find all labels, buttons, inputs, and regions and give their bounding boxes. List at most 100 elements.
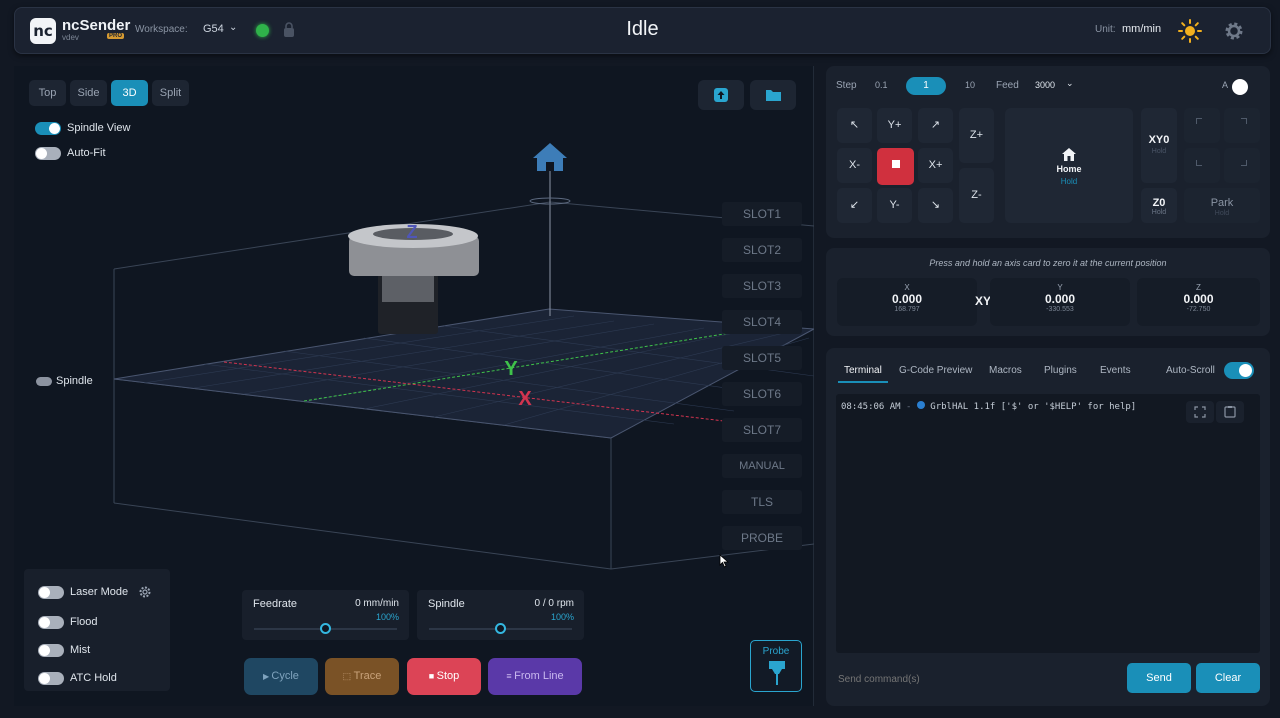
home-icon bbox=[1062, 148, 1076, 161]
3d-viewport[interactable]: Z Y X Top Side 3D Split Spindle View Aut… bbox=[14, 66, 814, 706]
corner-bottom-left-button[interactable] bbox=[1184, 148, 1220, 183]
tab-terminal[interactable]: Terminal bbox=[844, 365, 882, 376]
slot-2[interactable]: SLOT2 bbox=[722, 238, 802, 262]
slot-7[interactable]: SLOT7 bbox=[722, 418, 802, 442]
step-option-1[interactable]: 1 bbox=[906, 77, 946, 95]
jog-y-plus-button[interactable]: Y+ bbox=[877, 108, 912, 143]
chevron-down-icon[interactable]: ⌄ bbox=[1066, 78, 1074, 89]
tab-gcode-preview[interactable]: G-Code Preview bbox=[899, 365, 972, 376]
dro-y-label: Y bbox=[1057, 283, 1063, 292]
tab-top[interactable]: Top bbox=[29, 80, 66, 106]
mist-toggle[interactable] bbox=[38, 644, 64, 657]
cycle-button[interactable]: ▶ Cycle bbox=[244, 658, 318, 695]
unit-value[interactable]: mm/min bbox=[1122, 23, 1161, 35]
jog-x-plus-y-plus-button[interactable]: ↗ bbox=[918, 108, 953, 143]
spindle-tool-model: Z bbox=[348, 222, 479, 334]
tab-macros[interactable]: Macros bbox=[989, 365, 1022, 376]
dro-z-label: Z bbox=[1196, 283, 1201, 292]
flood-toggle[interactable] bbox=[38, 616, 64, 629]
tab-side[interactable]: Side bbox=[70, 80, 107, 106]
send-button[interactable]: Send bbox=[1127, 663, 1191, 693]
probe-button[interactable]: Probe bbox=[750, 640, 802, 692]
upload-button[interactable] bbox=[698, 80, 744, 110]
dro-xy-zero[interactable]: XY bbox=[975, 294, 991, 308]
corner-bottom-right-button[interactable] bbox=[1224, 148, 1260, 183]
dro-x-label: X bbox=[904, 283, 910, 292]
trace-button[interactable]: ⬚ Trace bbox=[325, 658, 399, 695]
slot-manual[interactable]: MANUAL bbox=[722, 454, 802, 478]
jog-z-plus-button[interactable]: Z+ bbox=[959, 108, 994, 163]
from-line-button[interactable]: ≡ From Line bbox=[488, 658, 582, 695]
slot-3[interactable]: SLOT3 bbox=[722, 274, 802, 298]
jog-x-plus-y-minus-button[interactable]: ↘ bbox=[918, 188, 953, 223]
jog-x-minus-button[interactable]: X- bbox=[837, 148, 872, 183]
jog-z-minus-button[interactable]: Z- bbox=[959, 168, 994, 223]
feed-select[interactable]: 3000 bbox=[1035, 80, 1055, 90]
spindle-override: Spindle 0 / 0 rpm 100% bbox=[417, 590, 584, 640]
terminal-output[interactable]: 08:45:06 AM - GrblHAL 1.1f ['$' or '$HEL… bbox=[836, 394, 1260, 653]
tab-split[interactable]: Split bbox=[152, 80, 189, 106]
jog-x-plus-button[interactable]: X+ bbox=[918, 148, 953, 183]
z-axis-label: Z bbox=[407, 222, 418, 242]
jog-y-minus-button[interactable]: Y- bbox=[877, 188, 912, 223]
slot-5[interactable]: SLOT5 bbox=[722, 346, 802, 370]
a-axis-label: A bbox=[1222, 80, 1229, 90]
dro-hint: Press and hold an axis card to zero it a… bbox=[929, 258, 1167, 268]
jog-x-minus-y-minus-button[interactable]: ↙ bbox=[837, 188, 872, 223]
feed-label: Feed bbox=[996, 80, 1019, 91]
spindle-toggle[interactable] bbox=[36, 377, 52, 386]
tab-3d[interactable]: 3D bbox=[111, 80, 148, 106]
mist-label: Mist bbox=[70, 644, 91, 656]
corner-top-right-button[interactable] bbox=[1224, 108, 1260, 143]
step-option-10[interactable]: 10 bbox=[965, 80, 975, 90]
park-button[interactable]: Park Hold bbox=[1184, 188, 1260, 223]
slot-4[interactable]: SLOT4 bbox=[722, 310, 802, 334]
dro-x-card[interactable]: X 0.000 168.797 bbox=[837, 278, 977, 326]
dro-z-value: 0.000 bbox=[1183, 292, 1214, 306]
tab-events[interactable]: Events bbox=[1100, 365, 1131, 376]
dro-x-value: 0.000 bbox=[891, 292, 923, 306]
dro-z-card[interactable]: Z 0.000 -72.750 bbox=[1137, 278, 1260, 326]
clear-button[interactable]: Clear bbox=[1196, 663, 1260, 693]
upload-icon bbox=[714, 88, 728, 102]
park-label: Park bbox=[1210, 197, 1234, 209]
slot-tls[interactable]: TLS bbox=[722, 490, 802, 514]
laser-mode-toggle[interactable] bbox=[38, 586, 64, 599]
auto-scroll-toggle[interactable] bbox=[1224, 362, 1254, 379]
slot-1[interactable]: SLOT1 bbox=[722, 202, 802, 226]
a-axis-toggle[interactable] bbox=[1232, 79, 1248, 95]
active-tab-indicator bbox=[838, 381, 888, 383]
home-button[interactable]: Home Hold bbox=[1005, 108, 1133, 223]
laser-mode-label: Laser Mode bbox=[70, 586, 129, 598]
spindle-view-toggle[interactable] bbox=[35, 122, 61, 135]
tab-plugins[interactable]: Plugins bbox=[1044, 365, 1077, 376]
z0-button[interactable]: Z0 Hold bbox=[1141, 188, 1177, 223]
home-hold-hint: Hold bbox=[1060, 177, 1078, 186]
theme-sun-icon[interactable] bbox=[1178, 19, 1202, 43]
spindle-slider-thumb[interactable] bbox=[494, 623, 506, 634]
feedrate-slider-thumb[interactable] bbox=[319, 623, 331, 634]
auto-fit-label: Auto-Fit bbox=[67, 147, 106, 159]
copy-button[interactable] bbox=[1216, 401, 1244, 423]
dro-y-card[interactable]: Y 0.000 -330.553 bbox=[990, 278, 1130, 326]
auto-fit-toggle[interactable] bbox=[35, 147, 61, 160]
gear-icon[interactable] bbox=[138, 585, 152, 599]
atc-hold-toggle[interactable] bbox=[38, 672, 64, 685]
from-line-label: From Line bbox=[514, 670, 564, 682]
xy0-button[interactable]: XY0 Hold bbox=[1141, 108, 1177, 183]
park-hold-hint: Hold bbox=[1214, 210, 1230, 217]
open-folder-button[interactable] bbox=[750, 80, 796, 110]
settings-gear-icon[interactable] bbox=[1222, 19, 1246, 43]
stop-button[interactable]: ■ Stop bbox=[407, 658, 481, 695]
corner-icon bbox=[1241, 160, 1247, 166]
jog-x-minus-y-plus-button[interactable]: ↖ bbox=[837, 108, 872, 143]
slot-probe[interactable]: PROBE bbox=[722, 526, 802, 550]
step-option-0-1[interactable]: 0.1 bbox=[875, 80, 888, 90]
jog-stop-button[interactable] bbox=[877, 148, 914, 185]
expand-button[interactable] bbox=[1186, 401, 1214, 423]
corner-icon bbox=[1196, 160, 1202, 166]
command-input[interactable] bbox=[838, 668, 1118, 690]
corner-icon bbox=[1241, 118, 1247, 124]
slot-6[interactable]: SLOT6 bbox=[722, 382, 802, 406]
corner-top-left-button[interactable] bbox=[1184, 108, 1220, 143]
